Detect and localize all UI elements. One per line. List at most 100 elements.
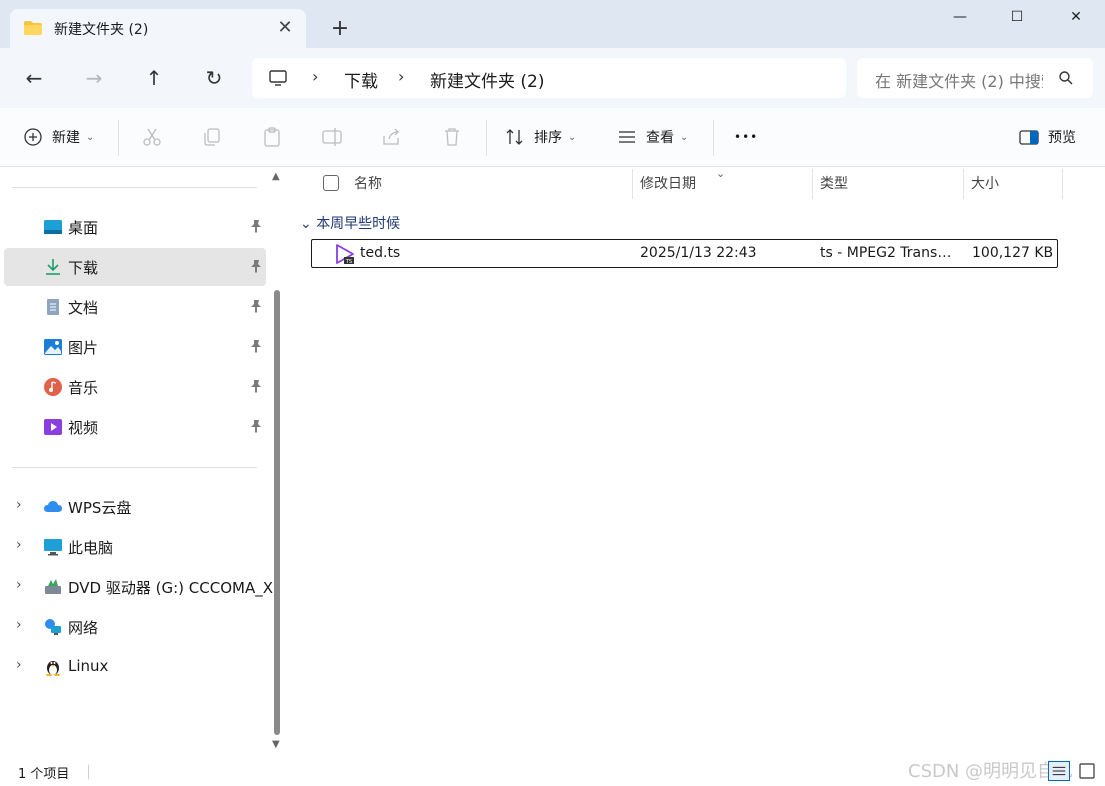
sidebar-item-dvd-drive[interactable]: › DVD 驱动器 (G:) CCCOMA_X xyxy=(4,568,273,606)
tab-current-folder[interactable]: 新建文件夹 (2) ✕ xyxy=(10,9,306,48)
new-label: 新建 xyxy=(52,130,80,146)
new-tab-button[interactable]: + xyxy=(326,16,354,44)
table-row[interactable]: TS ted.ts 2025/1/13 22:43 ts - MPEG2 Tra… xyxy=(311,239,1058,268)
more-options-button[interactable]: ••• xyxy=(734,122,758,152)
search-input[interactable]: 在 新建文件夹 (2) 中搜索 xyxy=(875,68,1043,92)
column-divider[interactable] xyxy=(963,169,964,199)
linux-penguin-icon xyxy=(46,661,60,676)
scroll-up-arrow[interactable]: ▲ xyxy=(272,171,280,182)
sidebar-item-this-pc[interactable]: › 此电脑 xyxy=(4,528,266,566)
tab-title: 新建文件夹 (2) xyxy=(54,22,149,38)
status-bar: 1 个项目 CSDN @明明见自己 xyxy=(0,757,1105,786)
chevron-right-icon[interactable]: › xyxy=(16,577,22,593)
preview-label: 预览 xyxy=(1048,130,1076,146)
sidebar-item-label: WPS云盘 xyxy=(68,499,132,517)
sort-button[interactable]: 排序 ⌄ xyxy=(504,122,576,152)
pin-icon[interactable] xyxy=(248,378,264,394)
search-box[interactable]: 在 新建文件夹 (2) 中搜索 xyxy=(857,58,1093,98)
group-header[interactable]: ⌄ 本周早些时候 xyxy=(300,213,400,233)
sidebar-item-label: 此电脑 xyxy=(68,539,114,557)
back-button[interactable]: ← xyxy=(18,62,50,94)
view-lines-icon xyxy=(619,131,635,143)
delete-icon[interactable] xyxy=(441,126,463,148)
column-header-type[interactable]: 类型 xyxy=(820,167,848,201)
tab-close-icon[interactable]: ✕ xyxy=(274,17,296,39)
pin-icon[interactable] xyxy=(248,218,264,234)
sidebar-item-documents[interactable]: 文档 xyxy=(4,288,266,326)
share-icon[interactable] xyxy=(381,126,403,148)
svg-text:TS: TS xyxy=(345,259,352,265)
preview-pane-button[interactable]: 预览 xyxy=(1018,122,1076,152)
sidebar-item-wps-cloud[interactable]: › WPS云盘 xyxy=(4,488,266,526)
pin-icon[interactable] xyxy=(248,258,264,274)
pictures-icon xyxy=(44,339,62,355)
column-divider[interactable] xyxy=(632,169,633,199)
chevron-right-icon[interactable]: › xyxy=(16,657,22,673)
chevron-right-icon[interactable]: › xyxy=(16,617,22,633)
column-header-size[interactable]: 大小 xyxy=(971,167,999,201)
select-all-checkbox[interactable] xyxy=(323,175,339,191)
file-size: 100,127 KB xyxy=(972,245,1054,261)
column-divider[interactable] xyxy=(1062,169,1063,199)
pin-icon[interactable] xyxy=(248,418,264,434)
rename-icon[interactable] xyxy=(321,126,343,148)
sidebar-item-label: 下载 xyxy=(68,259,99,277)
navigation-pane: 桌面 下载 文档 图片 音乐 视频 › WPS云盘 › 此电脑 › DVD 驱动… xyxy=(0,167,288,757)
file-list: 名称 ⌄ 修改日期 类型 大小 ⌄ 本周早些时候 TS ted.ts 2025/… xyxy=(288,167,1105,757)
computer-icon xyxy=(44,539,62,556)
minimize-button[interactable]: — xyxy=(930,0,990,34)
document-icon xyxy=(47,299,59,315)
cloud-icon xyxy=(44,501,62,512)
sidebar-item-label: 音乐 xyxy=(68,379,99,397)
scroll-down-arrow[interactable]: ▼ xyxy=(272,739,280,750)
music-icon xyxy=(44,378,62,396)
cut-icon[interactable] xyxy=(141,126,163,148)
search-icon[interactable] xyxy=(1057,69,1075,87)
sidebar-item-network[interactable]: › 网络 xyxy=(4,608,266,646)
pin-icon[interactable] xyxy=(248,338,264,354)
column-header-name[interactable]: 名称 xyxy=(354,167,382,201)
column-header-date-modified[interactable]: 修改日期 xyxy=(640,167,696,201)
copy-icon[interactable] xyxy=(201,126,223,148)
maximize-button[interactable]: ☐ xyxy=(987,0,1047,34)
sort-icon xyxy=(506,129,523,145)
address-bar[interactable]: › 下载 › 新建文件夹 (2) xyxy=(252,58,846,98)
paste-icon[interactable] xyxy=(261,126,283,148)
scroll-thumb[interactable] xyxy=(274,290,280,735)
pin-icon[interactable] xyxy=(248,298,264,314)
sidebar-item-label: 文档 xyxy=(68,299,99,317)
computer-icon xyxy=(269,70,287,86)
sidebar-item-pictures[interactable]: 图片 xyxy=(4,328,266,366)
column-divider[interactable] xyxy=(812,169,813,199)
navigation-bar: ← → ↑ ↻ › 下载 › 新建文件夹 (2) 在 新建文件夹 (2) 中搜索 xyxy=(0,48,1105,108)
sidebar-scrollbar[interactable]: ▲ ▼ xyxy=(270,167,284,757)
download-icon xyxy=(46,259,60,275)
chevron-right-icon[interactable]: › xyxy=(16,497,22,513)
breadcrumb-downloads[interactable]: 下载 xyxy=(344,67,378,92)
sidebar-divider xyxy=(12,187,257,188)
sidebar-item-videos[interactable]: 视频 xyxy=(4,408,266,446)
plus-circle-icon xyxy=(24,128,42,146)
forward-button[interactable]: → xyxy=(78,62,110,94)
large-icons-view-icon[interactable] xyxy=(1076,761,1098,781)
sidebar-divider xyxy=(12,467,257,468)
sidebar-item-desktop[interactable]: 桌面 xyxy=(4,208,266,246)
new-button[interactable]: 新建 ⌄ xyxy=(22,122,94,152)
sidebar-item-music[interactable]: 音乐 xyxy=(4,368,266,406)
sidebar-item-downloads[interactable]: 下载 xyxy=(4,248,266,286)
close-window-button[interactable]: ✕ xyxy=(1046,0,1105,34)
details-view-icon[interactable] xyxy=(1048,761,1070,781)
chevron-down-icon[interactable]: ⌄ xyxy=(300,216,312,232)
network-icon xyxy=(45,619,61,635)
file-name[interactable]: ted.ts xyxy=(360,245,400,261)
breadcrumb-separator[interactable]: › xyxy=(312,67,318,86)
breadcrumb-separator[interactable]: › xyxy=(398,67,404,86)
view-button[interactable]: 查看 ⌄ xyxy=(616,122,688,152)
sidebar-item-linux[interactable]: › Linux xyxy=(4,648,266,686)
breadcrumb-current-folder[interactable]: 新建文件夹 (2) xyxy=(430,67,544,92)
refresh-button[interactable]: ↻ xyxy=(198,62,230,94)
chevron-right-icon[interactable]: › xyxy=(16,537,22,553)
folder-icon xyxy=(24,21,42,35)
video-icon xyxy=(44,419,62,435)
up-button[interactable]: ↑ xyxy=(138,62,170,94)
